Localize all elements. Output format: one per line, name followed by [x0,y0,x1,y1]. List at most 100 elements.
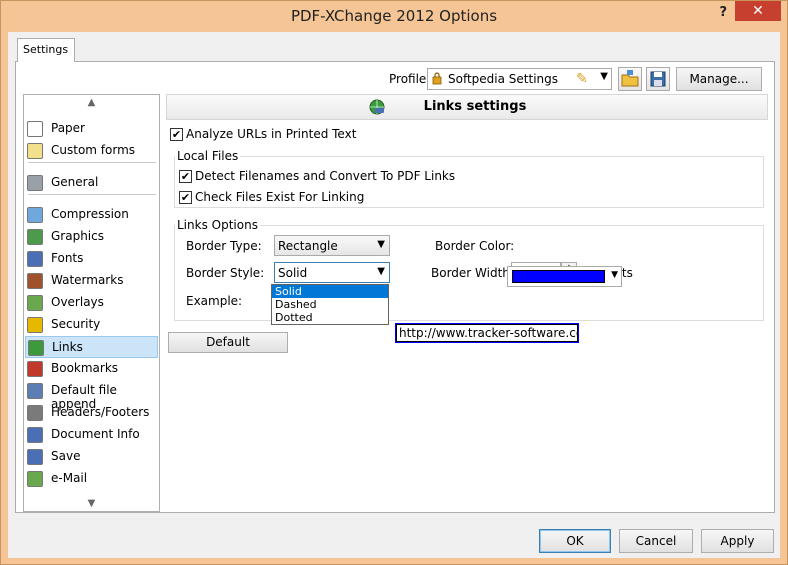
close-button[interactable]: ✕ [735,1,781,21]
border-style-dropdown[interactable]: Solid Dashed Dotted [271,284,389,325]
panel-title: Links settings [423,99,527,114]
sidebar-item-label: e-Mail [51,471,88,485]
bookmarks-icon [27,361,43,377]
scroll-up-icon[interactable]: ▲ [24,97,159,108]
default-button[interactable]: Default [168,332,288,353]
profile-combo[interactable]: Softpedia Settings ✎ ▼ [427,68,612,90]
settings-panel: Profile: Softpedia Settings ✎ ▼ Manage..… [15,61,775,513]
folder-open-icon [621,70,639,87]
email-icon [27,471,43,487]
globe-link-icon [28,340,44,356]
sidebar-item-custom-forms[interactable]: Custom forms [25,140,158,162]
example-link[interactable]: http://www.tracker-software.com/ [395,323,579,343]
border-type-label: Border Type: [186,239,262,253]
scroll-down-icon[interactable]: ▼ [24,498,159,509]
sidebar-item-links[interactable]: Links [25,336,158,358]
save-icon [27,449,43,465]
sidebar-item-label: Headers/Footers [51,405,150,419]
ok-button[interactable]: OK [539,529,611,553]
gears-icon [27,175,43,191]
sidebar-separator [28,194,156,195]
sidebar-item-document-info[interactable]: Document Info [25,424,158,446]
dialog-client: Settings Profile: Softpedia Settings ✎ ▼ [8,32,780,558]
sidebar-item-paper[interactable]: Paper [25,118,158,140]
border-style-label: Border Style: [186,266,265,280]
border-type-select[interactable]: Rectangle ▼ [274,235,390,256]
border-color-select[interactable]: ▼ [507,266,622,287]
apply-button[interactable]: Apply [701,529,774,553]
panel-header: Links settings [166,94,768,120]
floppy-icon [650,71,666,87]
color-swatch [512,270,605,283]
tab-settings[interactable]: Settings [17,38,75,62]
links-options-title: Links Options [175,218,260,232]
graphics-icon [27,229,43,245]
compression-icon [27,207,43,223]
sidebar-item-watermarks[interactable]: Watermarks [25,270,158,292]
custom-forms-icon [27,143,43,159]
sidebar-item-security[interactable]: Security [25,314,158,336]
local-files-title: Local Files [175,149,241,163]
lock-icon [432,72,442,85]
overlays-icon [27,295,43,311]
sidebar-item-label: Compression [51,207,129,221]
open-profile-button[interactable] [618,67,642,91]
sidebar-item-label: Links [52,340,83,354]
profile-label: Profile: [389,72,431,86]
cancel-button[interactable]: Cancel [619,529,693,553]
sidebar-item-overlays[interactable]: Overlays [25,292,158,314]
sidebar-item-headers-footers[interactable]: Headers/Footers [25,402,158,424]
border-color-label: Border Color: [435,239,515,253]
sidebar-item-label: Watermarks [51,273,124,287]
document-info-icon [27,427,43,443]
sidebar-item-label: Bookmarks [51,361,119,375]
sidebar-item-general[interactable]: General [25,172,158,194]
sidebar-item-save[interactable]: Save [25,446,158,468]
sidebar-item-label: Save [51,449,81,463]
dropdown-option-dotted[interactable]: Dotted [272,311,388,324]
border-width-label: Border Width: [431,266,514,280]
example-label: Example: [186,294,243,308]
manage-button[interactable]: Manage... [676,67,762,91]
checkmark-icon: ✔ [179,170,192,183]
file-append-icon [27,383,43,399]
shield-icon [27,317,43,333]
sidebar-item-label: Document Info [51,427,140,441]
border-style-select[interactable]: Solid ▼ [274,262,390,283]
options-window: PDF-XChange 2012 Options ? ✕ Settings Pr… [0,0,788,565]
window-title: PDF-XChange 2012 Options [290,7,498,25]
chevron-down-icon: ▼ [611,270,618,280]
save-profile-button[interactable] [646,67,670,91]
pencil-icon[interactable]: ✎ [576,71,588,87]
sidebar-item-label: Graphics [51,229,104,243]
sidebar-item-label: Paper [51,121,85,135]
sidebar-item-label: Security [51,317,101,331]
sidebar-item-label: General [51,175,99,189]
watermarks-icon [27,273,43,289]
dropdown-option-dashed[interactable]: Dashed [272,298,388,311]
headers-footers-icon [27,405,43,421]
chevron-down-icon: ▼ [377,266,385,277]
dropdown-option-solid[interactable]: Solid [272,285,388,298]
sidebar-item-bookmarks[interactable]: Bookmarks [25,358,158,380]
category-list[interactable]: ▲ Paper Custom forms General Compression Gra… [23,94,160,512]
sidebar-item-label: Custom forms [51,143,136,157]
title-bar: PDF-XChange 2012 Options ? ✕ [1,1,787,32]
sidebar-item-compression[interactable]: Compression [25,204,158,226]
fonts-icon [27,251,43,267]
sidebar-item-label: Overlays [51,295,104,309]
profile-value: Softpedia Settings [448,72,559,86]
sidebar-item-e-mail[interactable]: e-Mail [25,468,158,490]
checkmark-icon: ✔ [179,191,192,204]
chevron-down-icon[interactable]: ▼ [600,71,608,82]
sidebar-item-graphics[interactable]: Graphics [25,226,158,248]
help-button[interactable]: ? [719,5,727,20]
paper-icon [27,121,43,137]
checkmark-icon: ✔ [170,128,183,141]
sidebar-item-default-file-append[interactable]: Default file append [25,380,158,411]
links-settings-panel: Links settings ✔ Analyze URLs in Printed… [166,94,768,512]
sidebar-item-label: Fonts [51,251,84,265]
sidebar-separator [28,162,156,163]
sidebar-item-fonts[interactable]: Fonts [25,248,158,270]
chevron-down-icon: ▼ [377,239,385,250]
